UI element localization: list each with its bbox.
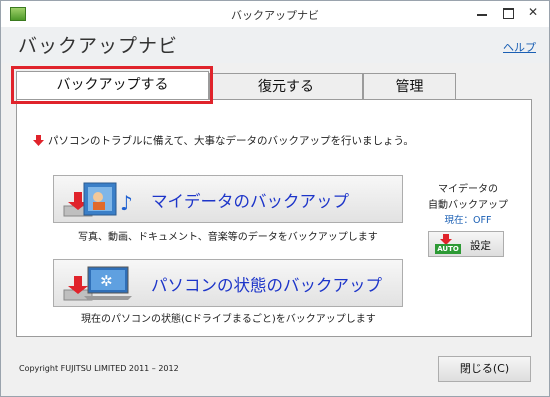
page-title: バックアップナビ	[18, 35, 179, 57]
maximize-icon	[502, 8, 514, 19]
my-data-backup-label: マイデータのバックアップ	[151, 192, 349, 211]
svg-text:♪: ♪	[120, 191, 133, 215]
close-button[interactable]: 閉じる(C)	[438, 356, 531, 382]
pc-state-backup-description: 現在のパソコンの状態(Cドライブまるごと)をバックアップします	[81, 314, 376, 325]
tab-manage[interactable]: 管理	[363, 73, 456, 99]
auto-badge: AUTO	[435, 244, 461, 254]
pc-state-backup-button[interactable]: ✲ パソコンの状態のバックアップ	[53, 259, 403, 307]
auto-backup-settings-button[interactable]: AUTO 設定	[428, 231, 504, 257]
close-icon: ✕	[527, 5, 539, 19]
help-link[interactable]: ヘルプ	[503, 39, 536, 55]
close-window-button[interactable]: ✕	[519, 2, 547, 23]
auto-backup-status: 現在：OFF	[444, 215, 492, 226]
intro-text: パソコンのトラブルに備えて、大事なデータのバックアップを行いましょう。	[48, 135, 414, 147]
window-title: バックアップナビ	[231, 9, 319, 22]
svg-text:✲: ✲	[100, 272, 113, 290]
minimize-button[interactable]	[469, 2, 495, 23]
settings-label: 設定	[470, 240, 491, 252]
my-data-backup-description: 写真、動画、ドキュメント、音楽等のデータをバックアップします	[78, 232, 378, 243]
title-bar: バックアップナビ ✕	[1, 1, 549, 28]
copyright-text: Copyright FUJITSU LIMITED 2011 – 2012	[19, 364, 179, 373]
app-header: バックアップナビ ヘルプ	[1, 27, 549, 63]
minimize-icon	[477, 14, 487, 16]
down-arrow-icon	[33, 135, 44, 146]
tab-restore[interactable]: 復元する	[209, 73, 363, 99]
maximize-button[interactable]	[495, 2, 521, 23]
auto-backup-title-line2: 自動バックアップ	[428, 200, 508, 211]
pc-state-backup-label: パソコンの状態のバックアップ	[151, 276, 382, 295]
pc-state-backup-icon: ✲	[63, 266, 132, 301]
my-data-backup-button[interactable]: ♪ マイデータのバックアップ	[53, 175, 403, 223]
my-data-backup-icon: ♪	[63, 182, 133, 217]
tab-backup[interactable]: バックアップする	[16, 71, 209, 99]
auto-backup-title-line1: マイデータの	[438, 184, 498, 195]
